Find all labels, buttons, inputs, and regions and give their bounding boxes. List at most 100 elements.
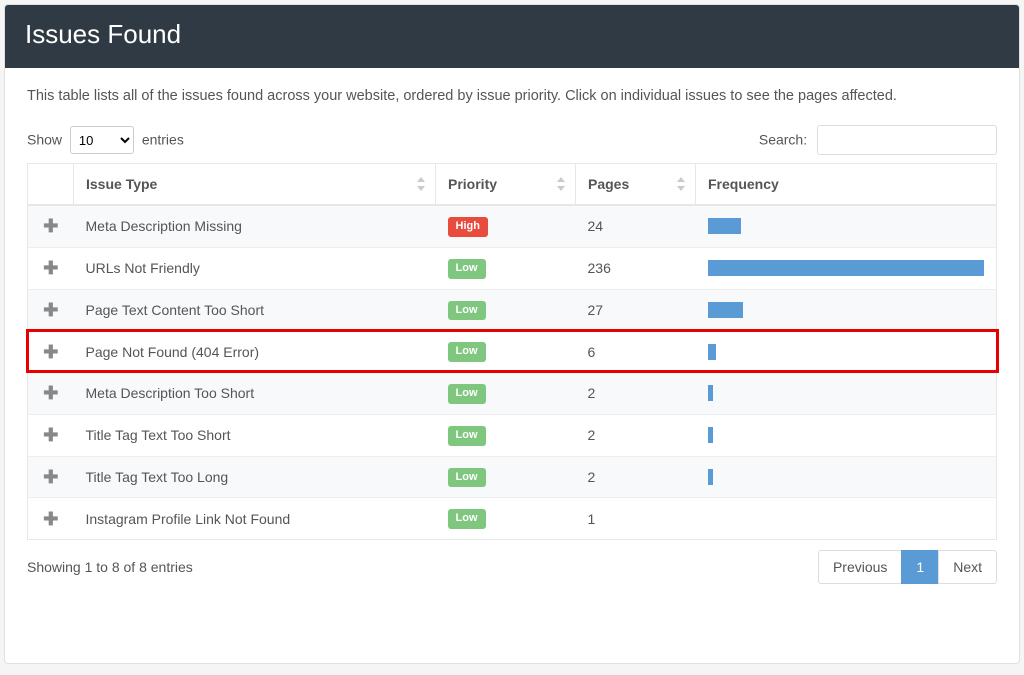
issue-type-cell: Instagram Profile Link Not Found: [74, 498, 436, 540]
issue-type-cell: URLs Not Friendly: [74, 247, 436, 289]
issues-table: Issue Type Priority Pages Frequency: [27, 163, 997, 540]
table-row[interactable]: ✚ Page Text Content Too Short Low 27: [28, 289, 997, 331]
issue-type-cell: Page Text Content Too Short: [74, 289, 436, 331]
issue-type-cell: Page Not Found (404 Error): [74, 331, 436, 373]
issue-type-cell: Title Tag Text Too Short: [74, 414, 436, 456]
page-prev[interactable]: Previous: [818, 550, 902, 584]
plus-icon[interactable]: ✚: [43, 509, 58, 529]
sort-icon: [555, 175, 567, 193]
table-row[interactable]: ✚ Meta Description Missing High 24: [28, 205, 997, 247]
priority-badge: Low: [448, 468, 486, 488]
priority-badge: Low: [448, 384, 486, 404]
plus-icon[interactable]: ✚: [43, 216, 58, 236]
issues-panel: Issues Found This table lists all of the…: [4, 4, 1020, 664]
priority-badge: Low: [448, 426, 486, 446]
priority-cell: Low: [436, 414, 576, 456]
plus-icon[interactable]: ✚: [43, 342, 58, 362]
col-frequency-label: Frequency: [708, 176, 779, 192]
table-controls: Show 10 entries Search:: [27, 125, 997, 155]
pages-cell: 236: [576, 247, 696, 289]
length-prefix: Show: [27, 132, 62, 148]
frequency-bar: [708, 385, 714, 401]
issue-type-cell: Title Tag Text Too Long: [74, 456, 436, 498]
priority-badge: Low: [448, 301, 486, 321]
search-control: Search:: [759, 125, 997, 155]
plus-icon[interactable]: ✚: [43, 300, 58, 320]
col-pages[interactable]: Pages: [576, 164, 696, 206]
issue-type-cell: Meta Description Too Short: [74, 373, 436, 415]
length-select[interactable]: 10: [70, 126, 134, 154]
expand-cell[interactable]: ✚: [28, 331, 74, 373]
plus-icon[interactable]: ✚: [43, 425, 58, 445]
sort-icon: [415, 175, 427, 193]
col-pages-label: Pages: [588, 176, 629, 192]
priority-cell: Low: [436, 498, 576, 540]
priority-cell: Low: [436, 289, 576, 331]
frequency-cell: [696, 456, 997, 498]
pagination: Previous 1 Next: [819, 550, 997, 584]
frequency-bar: [708, 344, 716, 360]
frequency-cell: [696, 414, 997, 456]
pages-cell: 2: [576, 414, 696, 456]
priority-cell: High: [436, 205, 576, 247]
table-row[interactable]: ✚ Meta Description Too Short Low 2: [28, 373, 997, 415]
priority-cell: Low: [436, 373, 576, 415]
frequency-cell: [696, 498, 997, 540]
table-row[interactable]: ✚ Instagram Profile Link Not Found Low 1: [28, 498, 997, 540]
plus-icon[interactable]: ✚: [43, 258, 58, 278]
frequency-cell: [696, 289, 997, 331]
col-priority[interactable]: Priority: [436, 164, 576, 206]
pages-cell: 6: [576, 331, 696, 373]
priority-badge: Low: [448, 342, 486, 362]
length-control: Show 10 entries: [27, 126, 184, 154]
search-input[interactable]: [817, 125, 997, 155]
page-next[interactable]: Next: [938, 550, 997, 584]
panel-body: This table lists all of the issues found…: [5, 68, 1019, 663]
table-row[interactable]: ✚Title Tag Text Too LongLow2: [28, 456, 997, 498]
plus-icon[interactable]: ✚: [43, 467, 58, 487]
priority-badge: High: [448, 217, 488, 237]
panel-header: Issues Found: [5, 5, 1019, 68]
col-issue-type[interactable]: Issue Type: [74, 164, 436, 206]
expand-cell[interactable]: ✚: [28, 414, 74, 456]
pages-cell: 24: [576, 205, 696, 247]
table-row[interactable]: ✚ Page Not Found (404 Error) Low 6: [28, 331, 997, 373]
issue-type-cell: Meta Description Missing: [74, 205, 436, 247]
col-frequency: Frequency: [696, 164, 997, 206]
page-title: Issues Found: [25, 19, 999, 50]
frequency-cell: [696, 205, 997, 247]
pages-cell: 27: [576, 289, 696, 331]
expand-cell[interactable]: ✚: [28, 205, 74, 247]
col-expand: [28, 164, 74, 206]
page-1[interactable]: 1: [901, 550, 939, 584]
frequency-bar: [708, 218, 741, 234]
table-row[interactable]: ✚ Title Tag Text Too Short Low 2: [28, 414, 997, 456]
panel-description: This table lists all of the issues found…: [27, 86, 997, 107]
expand-cell[interactable]: ✚: [28, 456, 74, 498]
col-issue-type-label: Issue Type: [86, 176, 157, 192]
table-info: Showing 1 to 8 of 8 entries: [27, 559, 193, 575]
priority-badge: Low: [448, 509, 486, 529]
frequency-bar: [708, 469, 714, 485]
expand-cell[interactable]: ✚: [28, 498, 74, 540]
table-row[interactable]: ✚ URLs Not Friendly Low 236: [28, 247, 997, 289]
search-label: Search:: [759, 132, 807, 148]
pages-cell: 2: [576, 373, 696, 415]
length-suffix: entries: [142, 132, 184, 148]
expand-cell[interactable]: ✚: [28, 289, 74, 331]
frequency-bar: [708, 302, 744, 318]
frequency-bar: [708, 427, 714, 443]
priority-cell: Low: [436, 331, 576, 373]
sort-icon: [675, 175, 687, 193]
table-footer: Showing 1 to 8 of 8 entries Previous 1 N…: [27, 550, 997, 584]
pages-cell: 1: [576, 498, 696, 540]
expand-cell[interactable]: ✚: [28, 247, 74, 289]
frequency-bar: [708, 260, 985, 276]
expand-cell[interactable]: ✚: [28, 373, 74, 415]
plus-icon[interactable]: ✚: [43, 383, 58, 403]
frequency-cell: [696, 331, 997, 373]
frequency-cell: [696, 373, 997, 415]
priority-badge: Low: [448, 259, 486, 279]
frequency-cell: [696, 247, 997, 289]
priority-cell: Low: [436, 456, 576, 498]
